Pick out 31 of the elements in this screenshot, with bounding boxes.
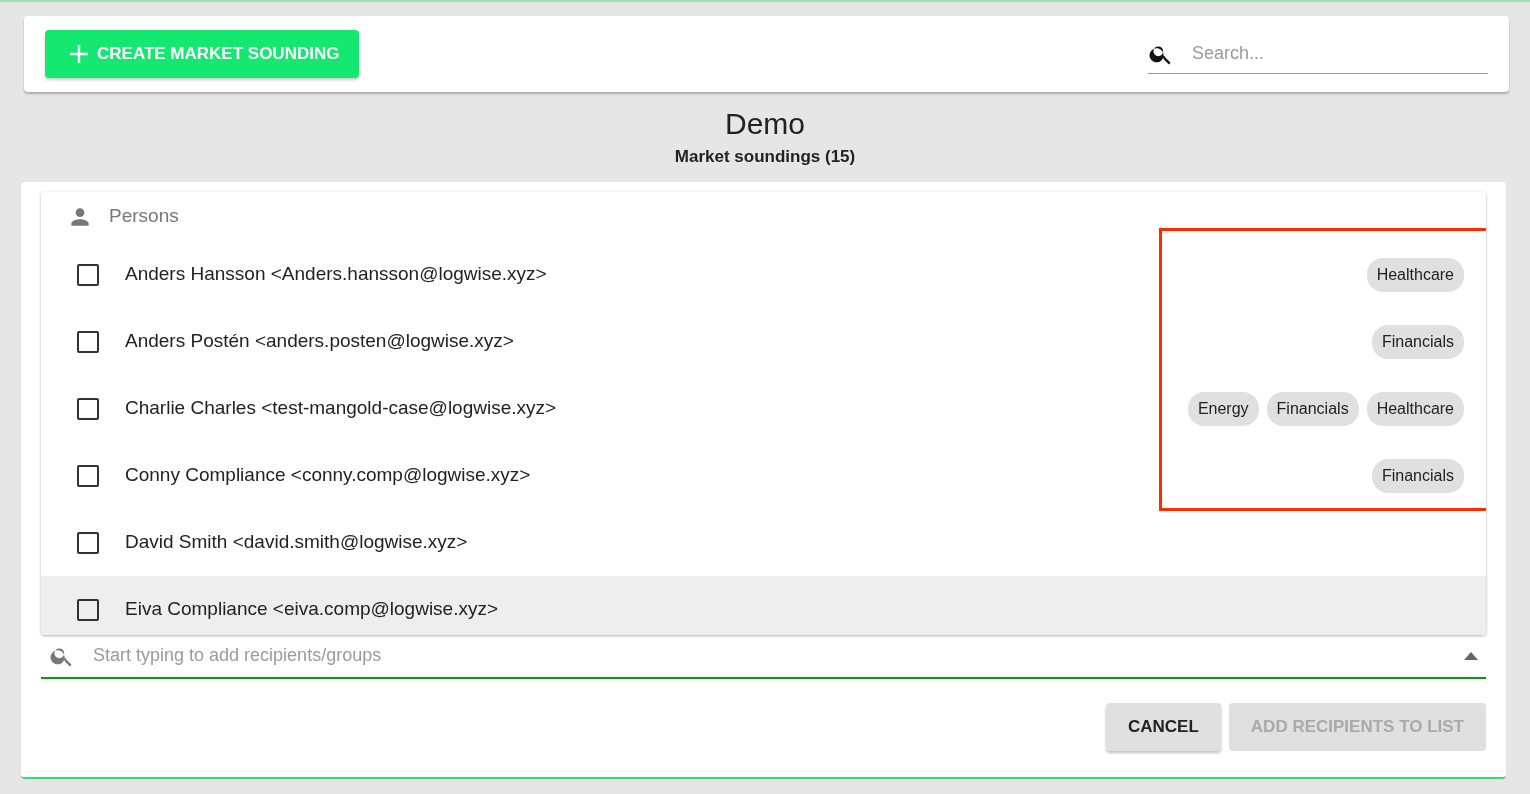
search-field[interactable]: Search...	[1190, 39, 1488, 68]
action-button[interactable]: CANCEL	[1106, 702, 1221, 751]
page-subtitle: Market soundings (15)	[673, 146, 857, 168]
person-label: Eiva Compliance <eiva.comp@logwise.xyz>	[125, 597, 499, 622]
person-label: Charlie Charles <test-mangold-case@logwise.xyz>	[125, 396, 557, 421]
sector-tag: Financials	[1371, 324, 1464, 359]
person-row[interactable]: Conny Compliance <conny.comp@logwise.xyz> Financials	[41, 441, 1486, 510]
recipient-search-field[interactable]: Start typing to add recipients/groups	[91, 641, 1448, 670]
checkbox[interactable]	[77, 598, 99, 621]
sector-tag: Financials	[1266, 391, 1359, 426]
sector-tag: Energy	[1187, 391, 1259, 426]
person-row[interactable]: David Smith <david.smith@logwise.xyz>	[41, 508, 1486, 577]
sector-tag: Healthcare	[1366, 391, 1464, 426]
sector-tag: Financials	[1371, 458, 1464, 493]
person-row[interactable]: Eiva Compliance <eiva.comp@logwise.xyz>	[41, 575, 1486, 635]
person-label: David Smith <david.smith@logwise.xyz>	[125, 530, 468, 555]
checkbox[interactable]	[77, 464, 99, 487]
person-row[interactable]: Charlie Charles <test-mangold-case@logwise.xyz> Energy Financials Healthcare	[41, 374, 1486, 443]
person-row[interactable]: Anders Postén <anders.posten@logwise.xyz> Financials	[41, 307, 1486, 376]
page-title: Demo	[724, 106, 806, 142]
checkbox[interactable]	[77, 531, 99, 554]
checkbox[interactable]	[77, 397, 99, 420]
person-label: Anders Hansson <Anders.hansson@logwise.xyz>	[125, 262, 547, 287]
section-heading: Persons	[109, 204, 179, 229]
sector-tag: Healthcare	[1366, 257, 1464, 292]
person-label: Anders Postén <anders.posten@logwise.xyz>	[125, 329, 514, 354]
plus-icon	[69, 44, 89, 64]
checkbox[interactable]	[77, 263, 99, 286]
person-row[interactable]: Anders Hansson <Anders.hansson@logwise.xyz> Healthcare	[41, 240, 1486, 309]
person-label: Conny Compliance <conny.comp@logwise.xyz>	[125, 463, 531, 488]
checkbox[interactable]	[77, 330, 99, 353]
